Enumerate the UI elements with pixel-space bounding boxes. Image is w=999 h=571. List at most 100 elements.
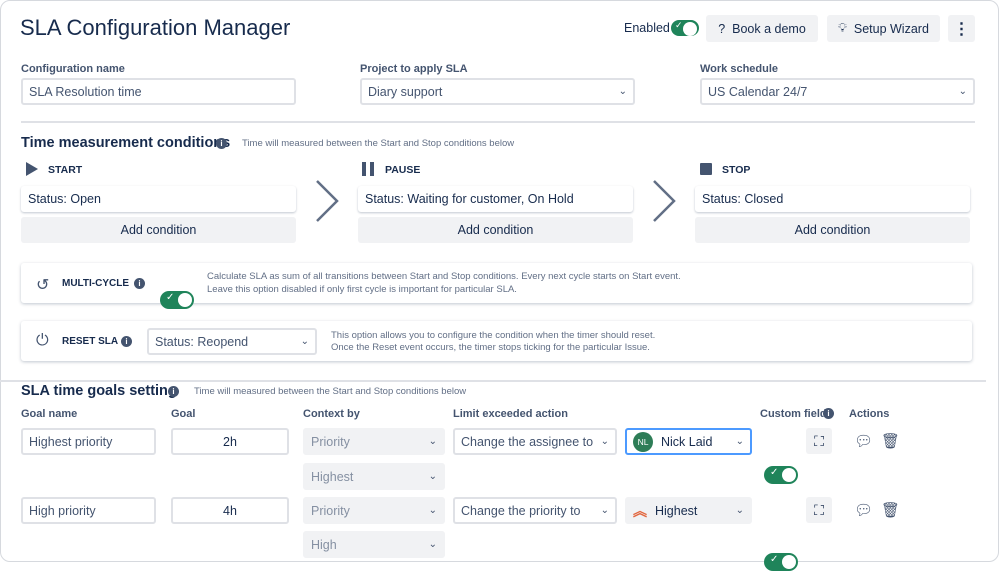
setup-wizard-label: Setup Wizard <box>853 21 929 36</box>
schedule-label: Work schedule <box>700 63 779 75</box>
limit-action-value: Change the priority to <box>461 503 581 518</box>
more-vertical-icon: ⋮ <box>953 20 970 38</box>
multicycle-desc-2: Leave this option disabled if only first… <box>207 284 517 295</box>
info-icon[interactable]: i <box>823 408 834 419</box>
comment-icon[interactable]: 💬︎ <box>854 501 873 519</box>
reset-desc-2: Once the Reset event occurs, the timer s… <box>331 342 650 353</box>
trash-icon[interactable]: 🗑︎ <box>881 501 900 519</box>
priority-select[interactable]: ︽ Highest ⌄ <box>625 497 752 524</box>
time-conditions-title: Time measurement conditions <box>21 135 231 151</box>
time-conditions-help: Time will measured between the Start and… <box>242 138 515 149</box>
play-icon <box>26 162 38 176</box>
lightbulb-icon: 💡︎ <box>838 21 847 35</box>
start-status-field[interactable]: Status: Open <box>21 186 296 212</box>
assignee-value: Nick Laid <box>661 434 713 449</box>
context-select[interactable]: Priority ⌄ <box>303 428 445 455</box>
context-select[interactable]: Priority ⌄ <box>303 497 445 524</box>
context-value: Priority <box>311 434 350 449</box>
priority-value: Highest <box>655 503 698 518</box>
question-icon: ? <box>718 21 726 36</box>
goal-name-input[interactable]: Highest priority <box>21 428 156 455</box>
config-name-label: Configuration name <box>21 63 125 75</box>
enabled-label: Enabled <box>624 21 670 35</box>
project-value: Diary support <box>368 84 443 99</box>
assignee-select[interactable]: NL Nick Laid ⌄ <box>625 428 752 455</box>
custom-field-toggle[interactable]: ✓ <box>764 466 798 484</box>
config-name-input[interactable]: SLA Resolution time <box>21 78 296 105</box>
reset-label: RESET SLA <box>62 336 119 347</box>
power-icon: ⏻ <box>36 332 49 349</box>
goal-name-value: Highest priority <box>29 434 113 449</box>
pause-icon <box>362 162 374 176</box>
stop-label: STOP <box>722 164 751 176</box>
chevron-down-icon: ⌄ <box>428 471 437 482</box>
limit-action-select[interactable]: Change the assignee to ⌄ <box>453 428 617 455</box>
book-demo-label: Book a demo <box>732 21 806 36</box>
custom-field-toggle[interactable]: ✓ <box>764 553 798 571</box>
highest-priority-icon: ︽ <box>633 502 647 519</box>
history-icon: ↺ <box>36 277 50 294</box>
setup-wizard-button[interactable]: 💡︎ Setup Wizard <box>827 15 940 42</box>
chevron-down-icon: ⌄ <box>600 505 609 516</box>
chevron-down-icon: ⌄ <box>428 505 437 516</box>
multicycle-desc-1: Calculate SLA as sum of all transitions … <box>207 271 681 282</box>
col-custom-field: Custom field <box>760 408 827 420</box>
stop-icon <box>700 163 712 175</box>
chevron-down-icon: ⌄ <box>300 336 309 347</box>
chevron-down-icon: ⌄ <box>735 505 744 516</box>
context-value-select[interactable]: High ⌄ <box>303 531 445 558</box>
more-menu-button[interactable]: ⋮ <box>948 15 975 42</box>
goal-name-input[interactable]: High priority <box>21 497 156 524</box>
book-demo-button[interactable]: ? Book a demo <box>706 15 818 42</box>
goal-input[interactable]: 4h <box>171 497 289 524</box>
pause-status-field[interactable]: Status: Waiting for customer, On Hold <box>358 186 633 212</box>
goal-input[interactable]: 2h <box>171 428 289 455</box>
expand-icon: ⛶ <box>814 501 824 518</box>
col-goal-name: Goal name <box>21 408 78 420</box>
trash-icon[interactable]: 🗑︎ <box>881 432 900 450</box>
chevron-down-icon: ⌄ <box>600 436 609 447</box>
stop-status-field[interactable]: Status: Closed <box>695 186 970 212</box>
col-actions: Actions <box>849 408 890 420</box>
chevron-down-icon: ⌄ <box>958 86 967 97</box>
project-select[interactable]: Diary support ⌄ <box>360 78 635 105</box>
enabled-toggle[interactable]: ✓ <box>671 20 699 36</box>
limit-action-select[interactable]: Change the priority to ⌄ <box>453 497 617 524</box>
schedule-select[interactable]: US Calendar 24/7 ⌄ <box>700 78 975 105</box>
multicycle-toggle[interactable]: ✓ <box>160 291 194 309</box>
reset-value: Status: Reopend <box>155 334 249 349</box>
info-icon[interactable]: i <box>134 278 145 289</box>
page-title: SLA Configuration Manager <box>20 15 291 40</box>
context-value-2: High <box>311 537 337 552</box>
context-value: Priority <box>311 503 350 518</box>
chevron-down-icon: ⌄ <box>428 539 437 550</box>
limit-action-value: Change the assignee to <box>461 434 594 449</box>
info-icon[interactable]: i <box>216 138 227 149</box>
stop-add-condition-button[interactable]: Add condition <box>695 217 970 243</box>
info-icon[interactable]: i <box>168 386 179 397</box>
comment-icon[interactable]: 💬︎ <box>854 432 873 450</box>
reset-condition-select[interactable]: Status: Reopend ⌄ <box>147 328 317 355</box>
divider <box>0 380 986 382</box>
col-goal: Goal <box>171 408 196 420</box>
pause-add-condition-button[interactable]: Add condition <box>358 217 633 243</box>
project-label: Project to apply SLA <box>360 63 468 75</box>
config-name-value: SLA Resolution time <box>29 84 142 99</box>
multicycle-label: MULTI-CYCLE <box>62 278 130 289</box>
goal-value: 4h <box>223 503 237 518</box>
start-add-condition-button[interactable]: Add condition <box>21 217 296 243</box>
col-context: Context by <box>303 408 360 420</box>
expand-icon: ⛶ <box>814 432 824 449</box>
info-icon[interactable]: i <box>121 336 132 347</box>
divider <box>21 121 975 123</box>
schedule-value: US Calendar 24/7 <box>708 84 808 99</box>
context-value-select[interactable]: Highest ⌄ <box>303 463 445 490</box>
expand-button[interactable]: ⛶ <box>806 428 832 454</box>
expand-button[interactable]: ⛶ <box>806 497 832 523</box>
goals-help: Time will measured between the Start and… <box>194 386 467 397</box>
context-value-2: Highest <box>311 469 354 484</box>
pause-label: PAUSE <box>385 164 421 176</box>
chevron-down-icon: ⌄ <box>428 436 437 447</box>
goal-value: 2h <box>223 434 237 449</box>
reset-desc-1: This option allows you to configure the … <box>331 330 656 341</box>
